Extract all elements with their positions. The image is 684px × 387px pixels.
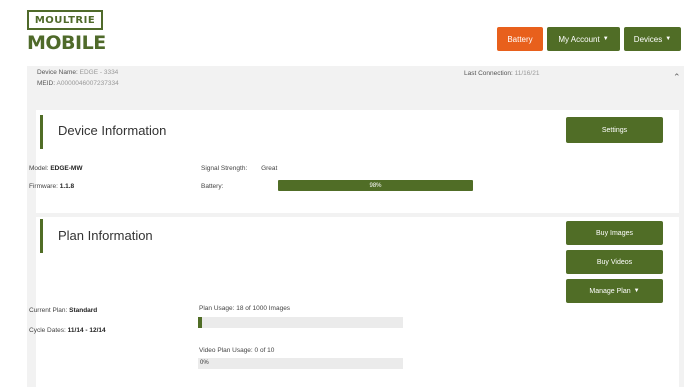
- devices-label: Devices: [633, 34, 663, 44]
- battery-label: Battery:: [201, 183, 224, 190]
- current-plan-value: Standard: [69, 307, 98, 314]
- firmware-row: Firmware: 1.1.8: [29, 183, 74, 190]
- signal-label: Signal Strength:: [201, 165, 248, 172]
- cycle-dates-row: Cycle Dates: 11/14 - 12/14: [29, 327, 106, 334]
- settings-label: Settings: [601, 126, 628, 134]
- model-label: Model:: [29, 165, 49, 172]
- buy-images-button[interactable]: Buy Images: [566, 221, 663, 245]
- model-row: Model: EDGE-MW: [29, 165, 82, 172]
- battery-button-label: Battery: [507, 34, 533, 44]
- my-account-label: My Account: [558, 34, 600, 44]
- video-usage-bar: 0%: [198, 358, 403, 369]
- chevron-down-icon: ▼: [665, 36, 672, 42]
- firmware-value: 1.1.8: [59, 183, 75, 190]
- device-information-title: Device Information: [58, 123, 167, 138]
- device-panel: Device Name: EDGE - 3334 MEID: A00000460…: [27, 66, 684, 387]
- device-name-value: EDGE - 3334: [79, 69, 119, 76]
- device-name-row: Device Name: EDGE - 3334: [37, 69, 118, 76]
- chevron-down-icon: ▼: [633, 288, 640, 294]
- logo-top-text: MOULTRIE: [27, 10, 103, 30]
- video-usage-text: 0%: [200, 360, 209, 366]
- plan-usage-fill: [198, 317, 202, 328]
- meid-value: A0000046007237334: [56, 80, 119, 87]
- manage-plan-label: Manage Plan: [589, 287, 631, 295]
- last-connection-value: 11/16/21: [514, 70, 540, 77]
- meid-label: MEID:: [37, 80, 56, 87]
- plan-information-title: Plan Information: [58, 228, 153, 243]
- meid-row: MEID: A0000046007237334: [37, 80, 119, 87]
- current-plan-label: Current Plan:: [29, 307, 68, 314]
- signal-row: Signal Strength: Great: [201, 165, 277, 172]
- buy-images-label: Buy Images: [596, 229, 633, 237]
- title-accent-bar: [40, 219, 43, 253]
- cycle-dates-value: 11/14 - 12/14: [67, 327, 106, 334]
- last-connection-label: Last Connection:: [464, 70, 513, 77]
- last-connection: Last Connection: 11/16/21: [464, 70, 539, 77]
- cycle-dates-label: Cycle Dates:: [29, 327, 66, 334]
- title-accent-bar: [40, 115, 43, 149]
- current-plan-row: Current Plan: Standard: [29, 307, 97, 314]
- signal-value: Great: [261, 165, 278, 172]
- plan-usage-bar: [198, 317, 403, 328]
- moultrie-mobile-logo[interactable]: MOULTRIE MOBILE: [27, 10, 106, 54]
- battery-value: 98%: [369, 182, 382, 189]
- manage-plan-button[interactable]: Manage Plan ▼: [566, 279, 663, 303]
- video-usage-label: Video Plan Usage: 0 of 10: [199, 347, 275, 354]
- model-value: EDGE-MW: [50, 165, 83, 172]
- battery-bar: 98%: [278, 180, 473, 191]
- chevron-down-icon: ▼: [602, 36, 609, 42]
- devices-button[interactable]: Devices ▼: [624, 27, 681, 51]
- plan-information-card: Plan Information Buy Images Buy Videos M…: [29, 217, 679, 387]
- device-information-card: Device Information Settings Model: EDGE-…: [29, 110, 679, 213]
- logo-bottom-text: MOBILE: [27, 32, 106, 54]
- buy-videos-button[interactable]: Buy Videos: [566, 250, 663, 274]
- plan-usage-label: Plan Usage: 18 of 1000 Images: [199, 305, 291, 312]
- my-account-button[interactable]: My Account ▼: [547, 27, 620, 51]
- firmware-label: Firmware:: [29, 183, 58, 190]
- settings-button[interactable]: Settings: [566, 117, 663, 143]
- collapse-chevron-icon[interactable]: ⌃: [673, 72, 681, 83]
- device-name-label: Device Name:: [37, 69, 78, 76]
- battery-button[interactable]: Battery: [497, 27, 543, 51]
- buy-videos-label: Buy Videos: [596, 258, 633, 266]
